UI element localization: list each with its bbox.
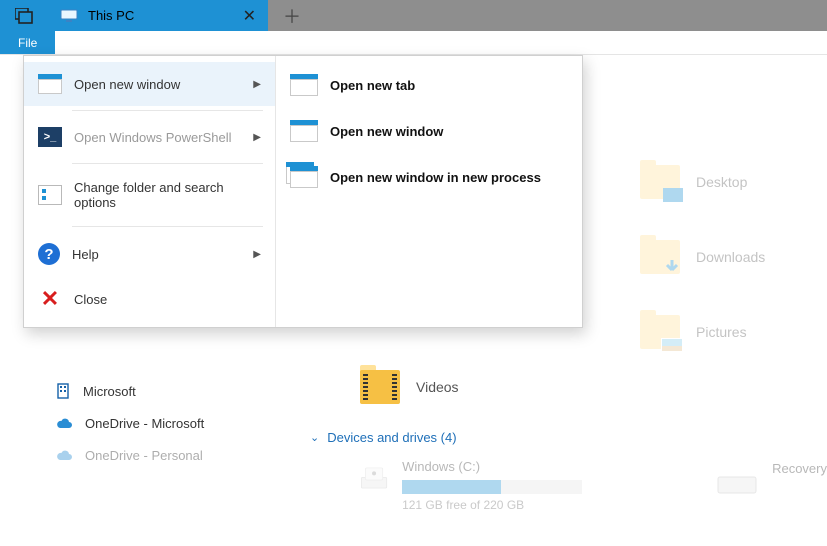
menu-change-options[interactable]: Change folder and search options bbox=[24, 168, 275, 222]
sidebar-item-onedrive-microsoft[interactable]: OneDrive - Microsoft bbox=[55, 407, 300, 439]
file-menu-primary: Open new window ▶ >_ Open Windows PowerS… bbox=[24, 56, 276, 327]
sidebar-item-microsoft[interactable]: Microsoft bbox=[55, 375, 300, 407]
file-menu-button[interactable]: File bbox=[0, 31, 55, 54]
folder-icon bbox=[640, 315, 680, 349]
menu-bar: File bbox=[0, 31, 827, 55]
sets-button[interactable] bbox=[0, 0, 48, 31]
help-icon: ? bbox=[38, 243, 60, 265]
submenu-open-new-window[interactable]: Open new window bbox=[276, 108, 582, 154]
drive-c[interactable]: Windows (C:) 121 GB free of 220 GB Recov… bbox=[360, 459, 827, 512]
menu-separator bbox=[72, 163, 263, 164]
menu-open-powershell[interactable]: >_ Open Windows PowerShell ▶ bbox=[24, 115, 275, 159]
plus-icon: ＋ bbox=[283, 3, 301, 29]
window-icon bbox=[38, 74, 62, 94]
drive-usage-bar bbox=[402, 480, 582, 494]
menu-close[interactable]: ✕ Close bbox=[24, 277, 275, 321]
library-pictures[interactable]: Pictures bbox=[640, 315, 747, 349]
folder-icon bbox=[640, 240, 680, 274]
close-icon: ✕ bbox=[38, 289, 62, 309]
menu-open-new-window[interactable]: Open new window ▶ bbox=[24, 62, 275, 106]
submenu-open-new-window-process[interactable]: Open new window in new process bbox=[276, 154, 582, 200]
submenu-arrow-icon: ▶ bbox=[253, 79, 261, 90]
library-desktop[interactable]: Desktop bbox=[640, 165, 747, 199]
cloud-icon bbox=[55, 449, 73, 461]
options-icon bbox=[38, 185, 62, 205]
this-pc-icon bbox=[60, 9, 78, 23]
drive-icon bbox=[360, 459, 388, 497]
devices-section-header[interactable]: ⌄ Devices and drives (4) bbox=[310, 430, 827, 445]
sets-icon bbox=[15, 8, 33, 24]
submenu-arrow-icon: ▶ bbox=[253, 132, 261, 143]
building-icon bbox=[55, 383, 71, 399]
file-menu-submenu: Open new tab Open new window Open new wi… bbox=[276, 56, 582, 327]
menu-separator bbox=[72, 110, 263, 111]
drive-icon bbox=[716, 459, 758, 497]
folder-icon bbox=[360, 370, 400, 404]
cloud-icon bbox=[55, 417, 73, 429]
window-icon bbox=[290, 120, 318, 142]
new-tab-button[interactable]: ＋ bbox=[268, 0, 316, 31]
library-downloads[interactable]: Downloads bbox=[640, 240, 765, 274]
window-icon bbox=[290, 74, 318, 96]
sidebar-item-onedrive-personal[interactable]: OneDrive - Personal bbox=[55, 439, 300, 471]
tab-close-icon[interactable]: ✕ bbox=[243, 6, 256, 26]
menu-help[interactable]: ? Help ▶ bbox=[24, 231, 275, 277]
tab-label: This PC bbox=[88, 8, 134, 23]
submenu-open-new-tab[interactable]: Open new tab bbox=[276, 62, 582, 108]
folder-icon bbox=[640, 165, 680, 199]
file-menu-dropdown: Open new window ▶ >_ Open Windows PowerS… bbox=[23, 55, 583, 328]
tab-this-pc[interactable]: This PC ✕ bbox=[48, 0, 268, 31]
submenu-arrow-icon: ▶ bbox=[253, 249, 261, 260]
library-videos[interactable]: Videos bbox=[360, 370, 459, 404]
title-bar: This PC ✕ ＋ bbox=[0, 0, 827, 31]
windows-stack-icon bbox=[290, 166, 318, 188]
chevron-down-icon: ⌄ bbox=[310, 431, 319, 444]
menu-separator bbox=[72, 226, 263, 227]
powershell-icon: >_ bbox=[38, 127, 62, 147]
